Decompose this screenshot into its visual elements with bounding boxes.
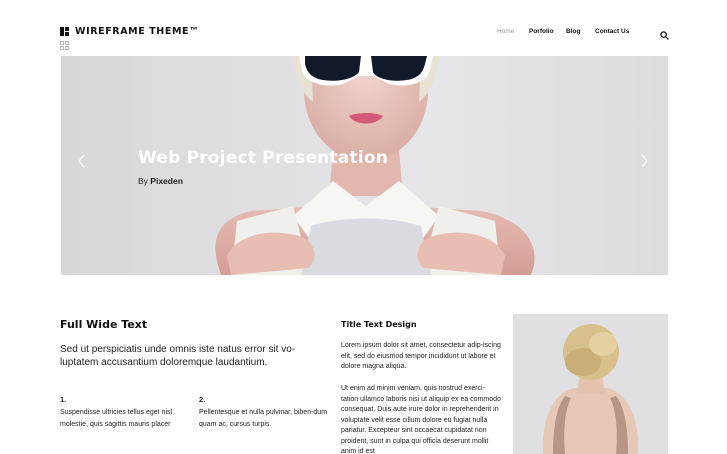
side-paragraph-1: Lorem ipsum dolor sit amet, consectetur … [341, 342, 501, 370]
nav-contact[interactable]: Contact Us [595, 28, 629, 35]
nav-portfolio[interactable]: Porfolio [529, 28, 554, 35]
nav-home[interactable]: Home [497, 28, 514, 35]
hero-by-prefix: By [138, 176, 148, 186]
logo-grid-icon [60, 27, 69, 36]
column-number: 1. [60, 395, 67, 404]
hero-byline: By Pixeden [138, 176, 183, 186]
logo[interactable]: WIREFRAME THEME™ [60, 26, 199, 37]
full-wide-lead: Sed ut perspiciatis unde omnis iste natu… [60, 344, 296, 368]
hero-title: Web Project Presentation [138, 148, 389, 168]
full-wide-title: Full Wide Text [60, 318, 148, 331]
side-photo [513, 314, 668, 454]
hero-slider: Web Project Presentation By Pixeden [61, 56, 668, 275]
column-1: 1. Suspendisse ultricies tellus eget nis… [60, 394, 195, 431]
chevron-right-icon[interactable] [639, 154, 649, 168]
side-paragraph-2: Ut enim ad minim veniam, quis nostrud ex… [341, 385, 501, 454]
search-icon[interactable] [660, 27, 669, 40]
logo-text: WIREFRAME THEME™ [75, 26, 200, 37]
column-text: Pellentesque et nulla pulvinar, biben-du… [199, 409, 328, 428]
chevron-left-icon[interactable] [77, 154, 87, 168]
hero-author[interactable]: Pixeden [150, 176, 183, 186]
side-title: Title Text Design [341, 320, 417, 329]
column-number: 2. [199, 395, 206, 404]
column-text: Suspendisse ultricies tellus eget nisl m… [60, 409, 173, 428]
column-2: 2. Pellentesque et nulla pulvinar, biben… [199, 394, 334, 431]
grid-icon[interactable] [60, 41, 69, 50]
nav-blog[interactable]: Blog [566, 28, 580, 35]
